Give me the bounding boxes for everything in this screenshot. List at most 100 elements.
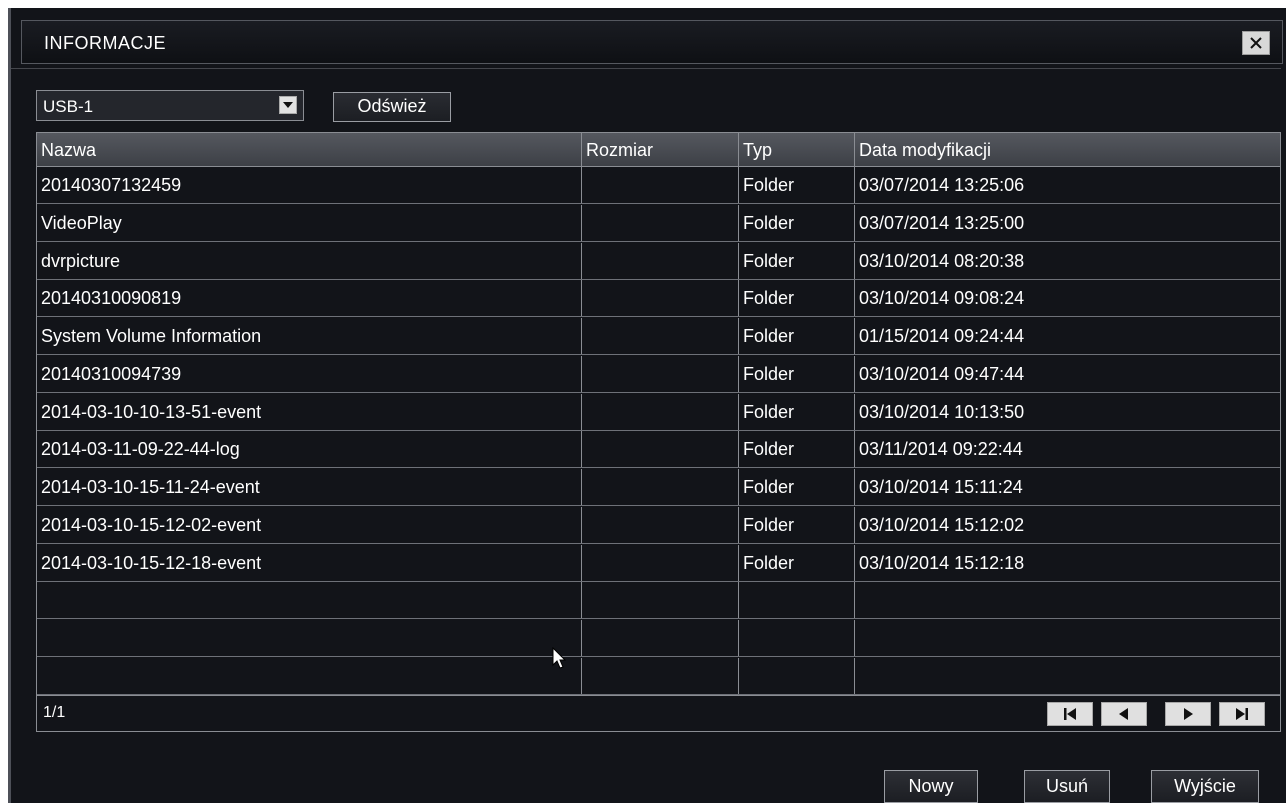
cell-name: 2014-03-10-15-11-24-event xyxy=(41,477,260,497)
cell-type xyxy=(738,657,854,694)
cell-name: 20140310090819 xyxy=(41,288,182,309)
cell-type xyxy=(738,620,854,656)
cell-modified xyxy=(854,620,1280,656)
cell-modified: 03/10/2014 15:12:02 xyxy=(854,506,1280,543)
cell-name: 2014-03-10-10-13-51-event xyxy=(41,401,262,422)
table-row[interactable]: System Volume Information Folder 01/15/201… xyxy=(37,318,1280,355)
cell-type: Folder xyxy=(738,167,854,203)
column-header-size[interactable]: Rozmiar xyxy=(581,133,738,166)
chevron-down-icon[interactable] xyxy=(279,96,297,114)
cell-modified: 03/07/2014 13:25:06 xyxy=(854,167,1280,203)
cell-type: Folder xyxy=(738,431,854,468)
cell-name: 2014-03-11-09-22-44-log xyxy=(41,439,240,460)
cell-name: dvrpicture xyxy=(41,250,121,271)
cell-size xyxy=(581,620,738,656)
cell-size xyxy=(581,242,738,279)
cell-name: System Volume Information xyxy=(41,326,262,346)
close-button[interactable] xyxy=(1242,31,1270,55)
cell-modified xyxy=(854,657,1280,694)
table-row[interactable]: 2014-03-10-10-13-51-event Folder 03/10/201… xyxy=(37,393,1280,431)
cell-modified: 03/10/2014 09:08:24 xyxy=(854,280,1280,317)
refresh-button[interactable]: Odśwież xyxy=(333,92,451,122)
cell-type: Folder xyxy=(738,355,854,392)
window-title: INFORMACJE xyxy=(44,33,166,53)
cell-size xyxy=(581,431,738,468)
column-header-type[interactable]: Typ xyxy=(738,133,854,166)
new-button[interactable]: Nowy xyxy=(884,770,978,803)
cell-size xyxy=(581,657,738,694)
cell-modified: 03/10/2014 08:20:38 xyxy=(854,242,1280,279)
table-row[interactable] xyxy=(37,657,1280,695)
cell-modified: 03/07/2014 13:25:00 xyxy=(854,204,1280,241)
file-table: Nazwa Rozmiar Typ Data modyfikacji 20140… xyxy=(36,132,1281,732)
table-row[interactable]: 2014-03-10-15-12-18-event Folder 03/10/201… xyxy=(37,544,1280,582)
table-row[interactable]: 2014-03-10-15-12-02-event Folder 03/10/201… xyxy=(37,506,1280,544)
cell-size xyxy=(581,393,738,430)
previous-page-button[interactable] xyxy=(1101,702,1147,726)
cell-type: Folder xyxy=(738,280,854,317)
table-header: Nazwa Rozmiar Typ Data modyfikacji xyxy=(37,133,1280,167)
table-footer: 1/1 xyxy=(37,695,1280,731)
delete-button[interactable]: Usuń xyxy=(1024,770,1110,803)
mouse-pointer-icon xyxy=(552,647,567,669)
cell-modified: 03/10/2014 10:13:50 xyxy=(854,393,1280,430)
title-bar: INFORMACJE xyxy=(21,20,1283,64)
first-page-button[interactable] xyxy=(1047,702,1093,726)
device-select[interactable]: USB-1 xyxy=(36,90,304,121)
table-row[interactable] xyxy=(37,582,1280,620)
cell-size xyxy=(581,506,738,543)
cell-size xyxy=(581,280,738,317)
cell-size xyxy=(581,582,738,619)
cell-name xyxy=(37,582,581,618)
table-row[interactable] xyxy=(37,620,1280,657)
cell-type: Folder xyxy=(738,204,854,241)
cell-name xyxy=(37,658,581,694)
cell-name: 2014-03-10-15-12-02-event xyxy=(41,514,262,535)
table-row[interactable]: VideoPlay Folder 03/07/2014 13:25:00 xyxy=(37,204,1280,242)
cell-modified: 03/10/2014 09:47:44 xyxy=(854,355,1280,392)
table-row[interactable]: 2014-03-11-09-22-44-log Folder 03/11/2014 … xyxy=(37,431,1280,469)
cell-size xyxy=(581,167,738,203)
last-page-icon xyxy=(1236,708,1248,720)
next-page-button[interactable] xyxy=(1165,702,1211,726)
cell-modified xyxy=(854,582,1280,619)
column-header-name[interactable]: Nazwa xyxy=(37,133,581,166)
cell-name: VideoPlay xyxy=(41,212,122,233)
cell-type: Folder xyxy=(738,393,854,430)
cell-type: Folder xyxy=(738,318,854,354)
cell-type: Folder xyxy=(738,506,854,543)
cell-modified: 01/15/2014 09:24:44 xyxy=(854,318,1280,354)
cell-type xyxy=(738,582,854,619)
cell-name: 2014-03-10-15-12-18-event xyxy=(41,552,262,573)
cell-size xyxy=(581,544,738,581)
table-row[interactable]: 20140310090819 Folder 03/10/2014 09:08:24 xyxy=(37,280,1280,318)
cell-size xyxy=(581,355,738,392)
table-row[interactable]: 20140307132459 Folder 03/07/2014 13:25:06 xyxy=(37,167,1280,204)
cell-name: 20140307132459 xyxy=(41,175,182,195)
last-page-button[interactable] xyxy=(1219,702,1265,726)
title-divider xyxy=(11,68,1281,69)
cell-name: 20140310094739 xyxy=(41,363,182,384)
column-header-modified[interactable]: Data modyfikacji xyxy=(854,133,1280,166)
cell-size xyxy=(581,204,738,241)
previous-page-icon xyxy=(1119,708,1128,720)
cell-modified: 03/10/2014 15:11:24 xyxy=(854,469,1280,505)
device-select-value: USB-1 xyxy=(43,97,94,116)
cell-type: Folder xyxy=(738,242,854,279)
table-row[interactable]: 2014-03-10-15-11-24-event Folder 03/10/201… xyxy=(37,469,1280,506)
cell-name xyxy=(37,620,581,656)
file-info-window: INFORMACJE USB-1 Odśwież Nazwa Rozmiar T… xyxy=(8,8,1286,803)
exit-button[interactable]: Wyjście xyxy=(1151,770,1259,803)
table-row[interactable]: 20140310094739 Folder 03/10/2014 09:47:44 xyxy=(37,355,1280,393)
next-page-icon xyxy=(1184,708,1193,720)
cell-size xyxy=(581,469,738,505)
first-page-icon xyxy=(1064,708,1076,720)
page-indicator: 1/1 xyxy=(43,704,66,721)
cell-modified: 03/10/2014 15:12:18 xyxy=(854,544,1280,581)
close-icon xyxy=(1250,37,1262,49)
cell-type: Folder xyxy=(738,469,854,505)
table-row[interactable]: dvrpicture Folder 03/10/2014 08:20:38 xyxy=(37,242,1280,280)
cell-modified: 03/11/2014 09:22:44 xyxy=(854,431,1280,468)
cell-size xyxy=(581,318,738,354)
cell-type: Folder xyxy=(738,544,854,581)
